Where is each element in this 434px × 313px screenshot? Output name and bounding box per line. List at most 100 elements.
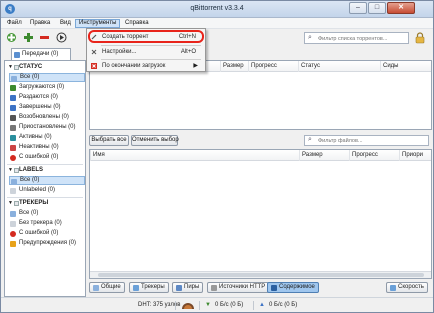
maximize-button[interactable]: □ [368, 2, 386, 14]
all-icon [11, 76, 17, 82]
status-item-resumed[interactable]: Возобновлены (0) [9, 113, 85, 122]
col-progress[interactable]: Прогресс [248, 61, 298, 72]
peers-icon [176, 285, 182, 291]
content-icon [271, 285, 277, 291]
status-item-all[interactable]: Все (0) [9, 73, 85, 82]
properties-tabs: Общие Трекеры Пиры Источники HTTP Содерж… [89, 282, 432, 294]
left-tab-row: Передачи (0) [4, 48, 89, 60]
select-all-button[interactable]: Выбрать все [89, 135, 129, 146]
tab-trackers[interactable]: Трекеры [129, 282, 169, 293]
status-item-completed[interactable]: Завершены (0) [9, 103, 85, 112]
tab-transfers[interactable]: Передачи (0) [11, 48, 71, 60]
divider [253, 301, 254, 310]
speed-limit-icon[interactable] [181, 301, 195, 310]
menu-help[interactable]: Справка [122, 19, 152, 28]
col-progress[interactable]: Прогресс [349, 150, 399, 161]
tracker-icon [10, 211, 16, 217]
col-size[interactable]: Размер [299, 150, 349, 161]
active-icon [10, 135, 16, 141]
info-icon [93, 285, 99, 291]
http-icon [211, 285, 217, 291]
files-filter-input[interactable] [318, 137, 426, 145]
tab-transfers-label: Передачи (0) [22, 51, 59, 57]
status-bar: DHT: 375 узлов ▼ 0 Б/с (0 Б) ▲ 0 Б/с (0 … [1, 297, 433, 312]
menu-bar: Файл Правка Вид Инструменты Справка [1, 18, 433, 29]
add-link-icon[interactable] [6, 32, 17, 43]
tab-content[interactable]: Содержимое [267, 282, 319, 293]
transfers-icon [14, 52, 20, 58]
deselect-button[interactable]: Отменить выбор [131, 135, 179, 146]
tab-speed[interactable]: Скорость [386, 282, 428, 293]
search-icon: ⌕ [308, 136, 312, 143]
scrollbar-thumb[interactable] [98, 273, 424, 277]
tracker-item-warning[interactable]: Предупреждения (0) [9, 239, 85, 248]
col-size[interactable]: Размер [220, 61, 248, 72]
warning-icon [10, 241, 16, 247]
tracker-icon [10, 221, 16, 227]
col-status[interactable]: Статус [298, 61, 380, 72]
menu-tools[interactable]: Инструменты [75, 19, 121, 28]
trackers-section-header[interactable]: ▼ ТРЕКЕРЫ [7, 199, 48, 208]
minimize-button[interactable]: – [349, 2, 367, 14]
add-torrent-icon[interactable] [23, 32, 34, 43]
tab-http-sources[interactable]: Источники HTTP [207, 282, 270, 293]
col-name[interactable]: Имя [90, 150, 299, 161]
paused-icon [10, 125, 16, 131]
tracker-item-all[interactable]: Все (0) [9, 209, 85, 218]
status-section-header[interactable]: ▼ СТАТУС [7, 63, 42, 72]
sidebar-filters: ▼ СТАТУС Все (0) Загружаются (0) Раздают… [4, 60, 86, 297]
torrent-filter-input[interactable] [318, 34, 406, 43]
tracker-item-trackerless[interactable]: Без трекера (0) [9, 219, 85, 228]
files-table-header: Имя Размер Прогресс Приори [90, 150, 431, 161]
folder-icon [10, 188, 16, 194]
status-item-downloading[interactable]: Загружаются (0) [9, 83, 85, 92]
completed-icon [10, 105, 16, 111]
upload-icon [10, 95, 16, 101]
tracker-icon [133, 285, 139, 291]
status-item-paused[interactable]: Приостановлены (0) [9, 123, 85, 132]
resume-icon[interactable] [56, 32, 67, 43]
tools-dropdown-menu: Создать торрент Ctrl+N Настройки... Alt+… [86, 28, 206, 72]
files-toolbar: Выбрать все Отменить выбор ⌕ [89, 133, 432, 148]
horizontal-scrollbar[interactable] [90, 271, 431, 278]
divider [199, 301, 200, 310]
status-item-seeding[interactable]: Раздаются (0) [9, 93, 85, 102]
collapse-arrow-icon: ▼ [8, 167, 13, 173]
label-item-unlabeled[interactable]: Unlabeled (0) [9, 186, 85, 195]
resumed-icon [10, 115, 16, 121]
menu-edit[interactable]: Правка [27, 19, 53, 28]
files-table[interactable]: Имя Размер Прогресс Приори [89, 149, 432, 279]
tracker-item-error[interactable]: С ошибкой (0) [9, 229, 85, 238]
folder-icon [11, 179, 17, 185]
title-bar: q qBittorrent v3.3.4 – □ ✕ [1, 1, 433, 18]
tab-peers[interactable]: Пиры [172, 282, 204, 293]
divider [7, 197, 83, 198]
col-seeds[interactable]: Сиды [380, 61, 431, 72]
upload-arrow-icon: ▲ [259, 302, 265, 308]
lock-icon[interactable] [415, 32, 425, 44]
speed-icon [390, 285, 396, 291]
label-item-all[interactable]: Все (0) [9, 176, 85, 185]
remove-icon[interactable] [39, 32, 50, 43]
upload-speed[interactable]: 0 Б/с (0 Б) [269, 301, 297, 309]
search-icon: ⌕ [308, 34, 312, 41]
status-item-error[interactable]: С ошибкой (0) [9, 153, 85, 162]
collapse-arrow-icon: ▼ [8, 200, 13, 206]
tab-general[interactable]: Общие [89, 282, 125, 293]
menu-item-settings[interactable]: Настройки... Alt+O [88, 46, 204, 58]
close-button[interactable]: ✕ [387, 2, 415, 14]
download-arrow-icon: ▼ [205, 302, 211, 308]
files-search-input[interactable]: ⌕ [304, 135, 429, 146]
highlight-annotation [88, 30, 204, 43]
status-item-active[interactable]: Активны (0) [9, 133, 85, 142]
tools-icon [91, 49, 97, 55]
inactive-icon [10, 145, 16, 151]
download-speed[interactable]: 0 Б/с (0 Б) [215, 301, 243, 309]
torrent-search-input[interactable]: ⌕ [304, 32, 409, 44]
col-priority[interactable]: Приори [399, 150, 431, 161]
menu-item-on-downloads-complete[interactable]: По окончании загрузок ▶ [88, 60, 204, 72]
menu-view[interactable]: Вид [57, 19, 74, 28]
status-item-inactive[interactable]: Неактивны (0) [9, 143, 85, 152]
menu-file[interactable]: Файл [4, 19, 25, 28]
labels-section-header[interactable]: ▼ LABELS [7, 166, 43, 175]
